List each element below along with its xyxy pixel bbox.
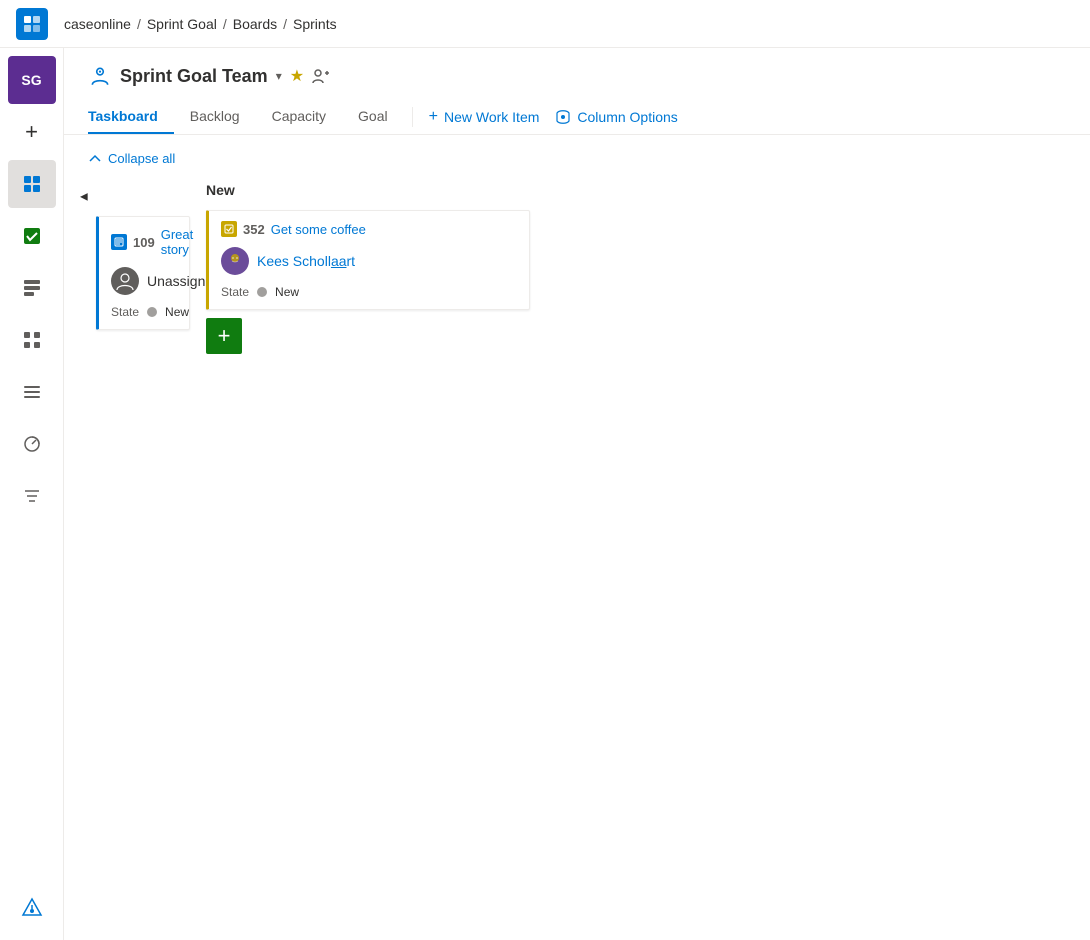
unassigned-avatar-icon [114,270,136,292]
board-columns: ◀ [88,178,1066,354]
card-109-state-row: State New [111,305,177,319]
new-work-item-icon: + [429,108,438,126]
sidebar-item-layers[interactable] [8,368,56,416]
card-352-state-value: New [275,285,299,299]
app-logo [16,8,48,40]
card-109-title[interactable]: Great story [161,227,194,257]
filter-icon [22,486,42,506]
card-109-state-value: New [165,305,189,319]
collapse-all-label: Collapse all [108,151,175,166]
tabs: Taskboard Backlog Capacity Goal + New Wo… [88,100,1066,134]
team-dropdown-arrow[interactable]: ▾ [276,69,282,83]
card-352-assignee-highlight: aa [331,253,347,269]
card-352-title[interactable]: Get some coffee [271,222,366,237]
card-352-state-label: State [221,285,249,299]
main-layout: SG + [0,48,1090,940]
work-item-card-352: 352 Get some coffee [206,210,530,310]
collapse-icon [88,152,102,166]
sidebar-item-check[interactable] [8,212,56,260]
card-352-state-row: State New [221,285,517,299]
board-area: Collapse all ◀ [64,135,1090,940]
column-header-new: New [206,178,530,210]
top-bar: caseonline / Sprint Goal / Boards / Spri… [0,0,1090,48]
card-352-state-dot [257,287,267,297]
card-109-id: 109 [133,235,155,250]
card-109-title-row: 109 Great story [111,227,177,257]
tab-capacity[interactable]: Capacity [256,100,342,134]
sidebar-item-grid[interactable] [8,316,56,364]
team-name: Sprint Goal Team [120,66,268,87]
card-352-id: 352 [243,222,265,237]
sidebar-add-button[interactable]: + [8,108,56,156]
column-options-button[interactable]: Column Options [555,103,677,131]
card-109-type-icon [111,234,127,250]
check-icon [22,226,42,246]
favorite-star[interactable]: ★ [290,66,304,86]
breadcrumb-sprintgoal[interactable]: Sprint Goal [147,16,217,32]
tab-goal[interactable]: Goal [342,100,404,134]
content-header: Sprint Goal Team ▾ ★ Taskboard Backlog C… [64,48,1090,135]
card-352-avatar [221,247,249,275]
sidebar-item-backlog[interactable] [8,264,56,312]
card-352-assignee-firstname: Kees Scholl [257,253,331,269]
grid-icon [22,330,42,350]
main-content: Sprint Goal Team ▾ ★ Taskboard Backlog C… [64,48,1090,940]
new-work-item-button[interactable]: + New Work Item [429,102,540,132]
sep1: / [137,16,141,32]
sidebar-item-deploy[interactable] [8,884,56,932]
sep2: / [223,16,227,32]
team-icon [88,64,112,88]
tab-taskboard[interactable]: Taskboard [88,100,174,134]
tab-backlog[interactable]: Backlog [174,100,256,134]
add-card-button[interactable]: + [206,318,242,354]
collapse-all-row[interactable]: Collapse all [88,151,1066,166]
card-109-state-dot [147,307,157,317]
sep3: / [283,16,287,32]
tab-actions: + New Work Item Column Options [429,102,678,132]
breadcrumb-caseonline[interactable]: caseonline [64,16,131,32]
task-icon [224,224,234,234]
board-column-new: New 352 Get some coffee [198,178,538,354]
boards-icon [22,174,42,194]
card-352-assignee-lastname: rt [347,253,356,269]
card-109-avatar [111,267,139,295]
card-352-assignee-row: Kees Schollaart [221,247,517,275]
column-options-icon [555,109,571,125]
sidebar-item-analytics[interactable] [8,420,56,468]
kees-avatar-icon [224,250,246,272]
column-options-label: Column Options [577,109,677,125]
breadcrumb: caseonline / Sprint Goal / Boards / Spri… [64,16,337,32]
logo-icon [22,14,42,34]
card-352-assignee: Kees Schollaart [257,253,355,269]
card-109-assignee-row: Unassigned [111,267,177,295]
team-title-row: Sprint Goal Team ▾ ★ [88,64,1066,88]
sidebar-item-boards[interactable] [8,160,56,208]
add-card-icon: + [218,323,231,349]
sidebar-bottom [8,884,56,932]
backlog-icon [22,278,42,298]
card-352-type-icon [221,221,237,237]
analytics-icon [22,434,42,454]
manage-members-icon[interactable] [312,67,330,85]
breadcrumb-sprints[interactable]: Sprints [293,16,337,32]
new-work-item-label: New Work Item [444,109,539,125]
backlog-column: ◀ [88,178,198,354]
deploy-icon [21,897,43,919]
sidebar: SG + [0,48,64,940]
work-item-card-109: 109 Great story Unassigned [96,216,190,330]
layers-icon [22,382,42,402]
tab-divider [412,107,413,127]
breadcrumb-boards[interactable]: Boards [233,16,277,32]
sidebar-item-filter[interactable] [8,472,56,520]
story-icon [114,237,124,247]
card-352-title-row: 352 Get some coffee [221,221,517,237]
sidebar-avatar: SG [8,56,56,104]
card-109-state-label: State [111,305,139,319]
